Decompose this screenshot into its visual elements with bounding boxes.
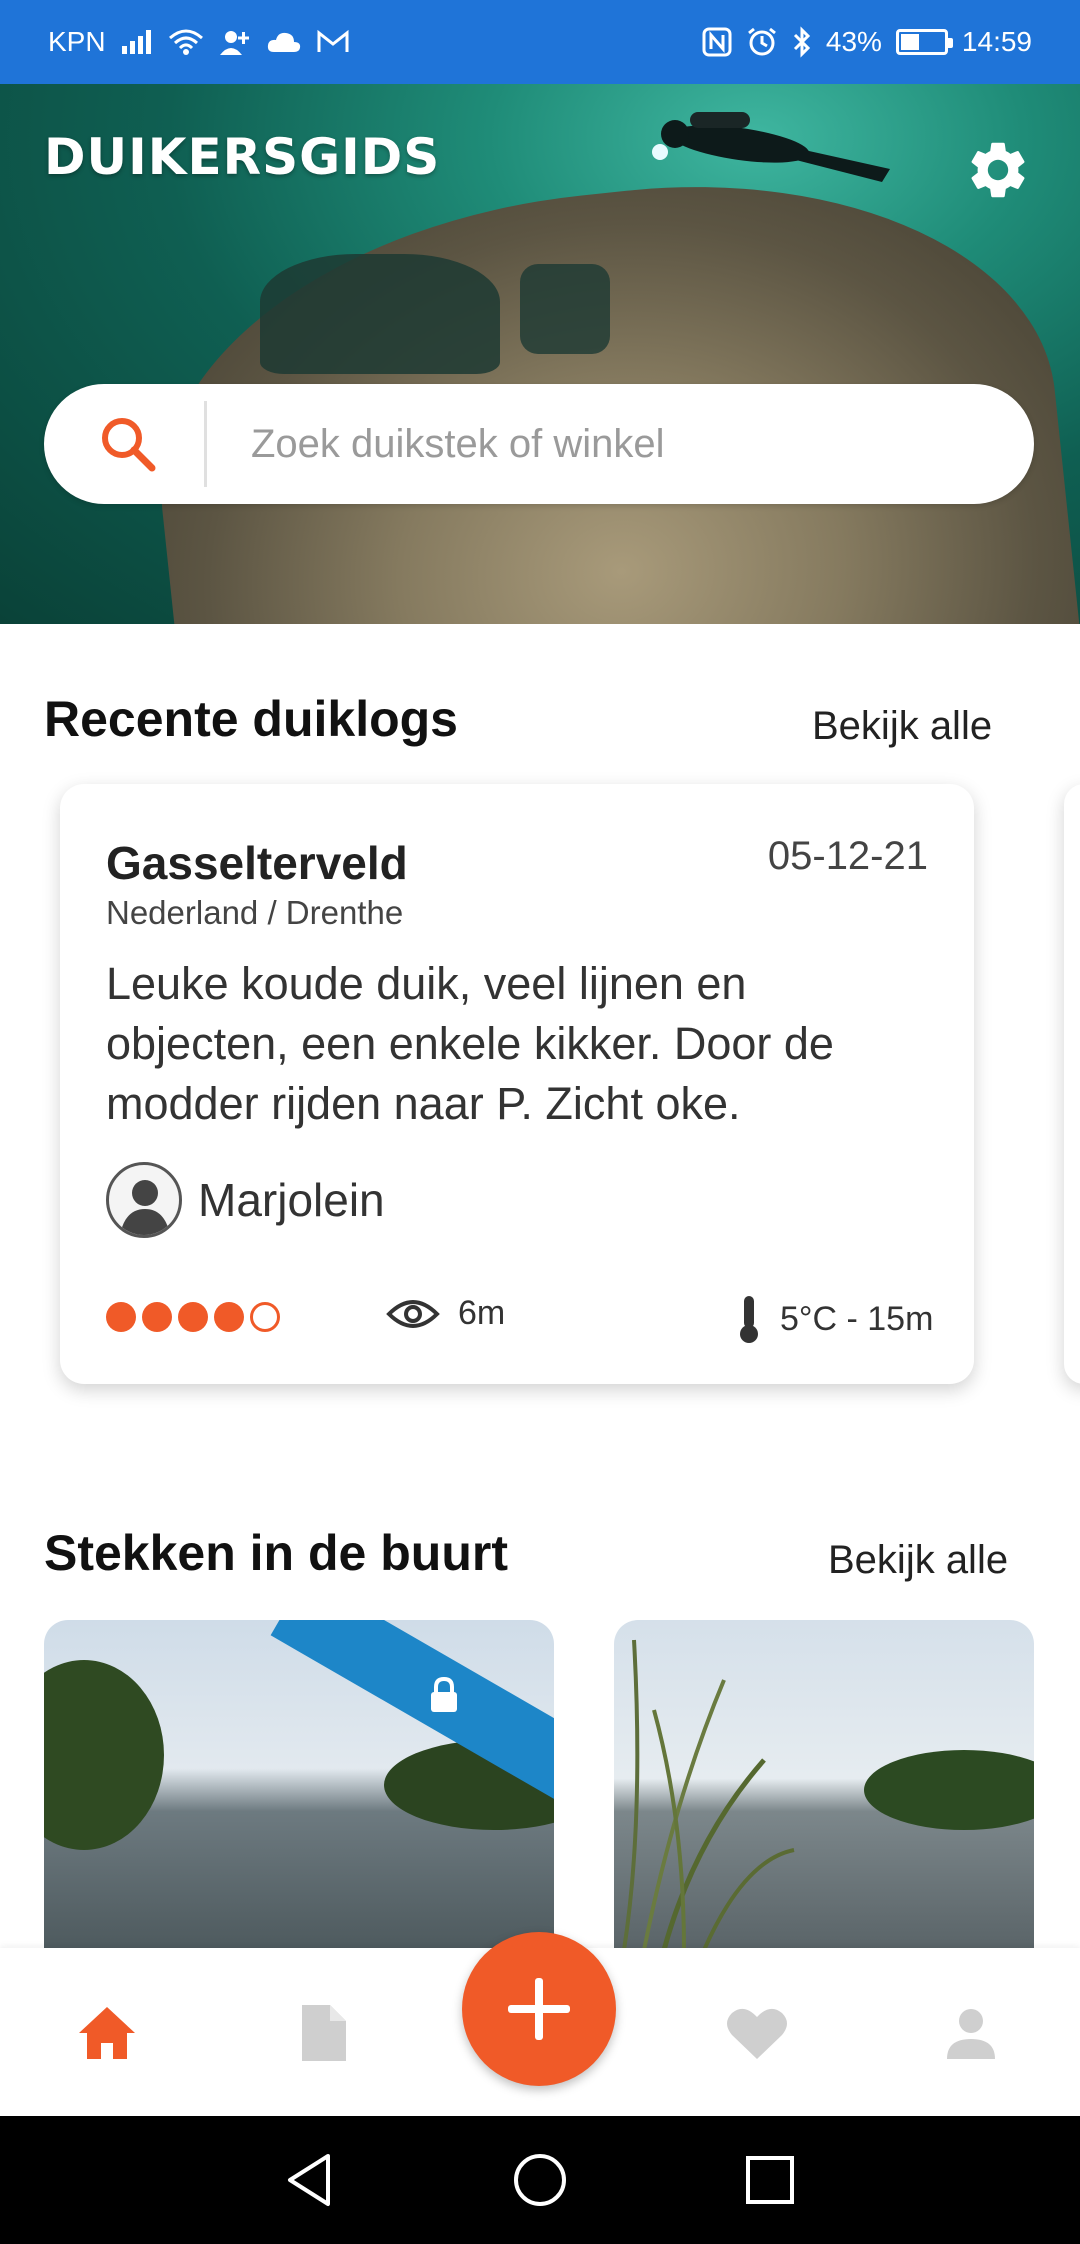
dive-log-card[interactable]: Gasselterveld 05-12-21 Nederland / Drent…: [60, 784, 974, 1384]
document-icon: [302, 2005, 346, 2061]
search-input[interactable]: [251, 421, 951, 467]
dive-stats: 6m 5°C - 15m: [106, 1294, 946, 1344]
spot-image-tree: [864, 1750, 1034, 1830]
bluetooth-icon: [793, 26, 810, 58]
spot-image-tree: [44, 1660, 164, 1850]
clock: 14:59: [961, 26, 1032, 57]
nav-favorites[interactable]: [722, 1998, 792, 2068]
search-icon[interactable]: [68, 384, 188, 504]
carrier-label: KPN: [48, 26, 106, 57]
hero-image-detail: [520, 264, 610, 354]
thermometer-icon: [740, 1296, 758, 1343]
search-divider: [204, 401, 207, 487]
home-icon: [79, 2007, 135, 2059]
recent-logs-view-all-link[interactable]: Bekijk alle: [812, 704, 992, 749]
rating-dot-filled: [214, 1302, 244, 1332]
rating-dot-filled: [178, 1302, 208, 1332]
add-icon: [508, 1978, 570, 2040]
cloud-icon: [267, 32, 300, 52]
nearby-spot-card[interactable]: [614, 1620, 1034, 1950]
nearby-view-all-link[interactable]: Bekijk alle: [828, 1538, 1008, 1583]
visibility-value: 6m: [458, 1294, 506, 1332]
nearby-title: Stekken in de buurt: [44, 1525, 508, 1581]
home-circle-icon[interactable]: [510, 2150, 570, 2210]
wifi-icon: [168, 29, 203, 55]
battery-percent: 43%: [825, 26, 882, 57]
nearby-spot-card[interactable]: [44, 1620, 554, 1950]
back-icon[interactable]: [280, 2150, 340, 2210]
next-dive-log-card[interactable]: [1064, 784, 1080, 1384]
spot-image-reeds: [622, 1639, 795, 1950]
person-icon: [947, 2009, 995, 2059]
search-bar[interactable]: [44, 384, 1034, 504]
hero-banner: DUIKERSGIDS: [0, 84, 1080, 624]
nav-profile[interactable]: [936, 1998, 1006, 2068]
visibility-stat: 6m: [386, 1294, 505, 1333]
nav-home[interactable]: [72, 1998, 142, 2068]
rating-dot-filled: [106, 1302, 136, 1332]
signal-icon: [121, 30, 151, 54]
settings-gear-icon[interactable]: [964, 136, 1032, 204]
temperature-depth-value: 5°C - 15m: [780, 1299, 934, 1338]
add-contact-icon: [219, 31, 249, 55]
gmail-icon: [317, 29, 349, 52]
dive-date: 05-12-21: [767, 834, 928, 878]
rating-dots: [106, 1302, 280, 1332]
dive-author[interactable]: Marjolein: [106, 1162, 385, 1238]
battery-icon: [895, 29, 953, 55]
recents-square-icon[interactable]: [740, 2150, 800, 2210]
status-bar: KPN 43% 14:59: [0, 0, 1080, 84]
rating-dot-filled: [142, 1302, 172, 1332]
heart-icon: [727, 2008, 787, 2059]
brand-logo: DUIKERSGIDS: [44, 128, 441, 186]
person-silhouette-icon: [120, 1180, 170, 1235]
lock-icon: [431, 1676, 457, 1712]
rating-dot-empty: [250, 1302, 280, 1332]
dive-site-name: Gasselterveld: [106, 837, 408, 889]
avatar: [106, 1162, 182, 1238]
add-dive-log-button[interactable]: [462, 1932, 616, 2086]
hero-image-diver: [652, 112, 890, 182]
eye-icon: [386, 1299, 440, 1328]
hero-image-detail: [260, 254, 500, 374]
nfc-icon: [702, 27, 732, 57]
nav-logs[interactable]: [288, 1998, 358, 2068]
author-name: Marjolein: [198, 1174, 385, 1226]
recent-logs-title: Recente duiklogs: [44, 691, 458, 747]
temperature-depth-stat: 5°C - 15m: [736, 1294, 933, 1344]
alarm-icon: [747, 27, 776, 56]
system-navigation-bar: [0, 2116, 1080, 2244]
dive-location: Nederland / Drenthe: [106, 894, 404, 931]
dive-description: Leuke koude duik, veel lijnen en objecte…: [106, 958, 834, 1129]
